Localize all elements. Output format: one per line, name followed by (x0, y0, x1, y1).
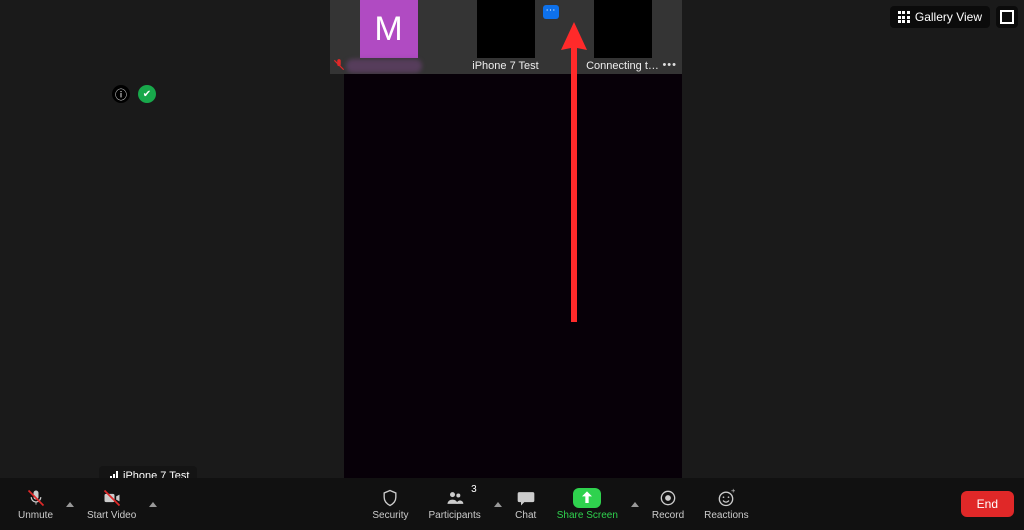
shield-check-icon: ✔ (143, 89, 151, 100)
microphone-muted-icon (25, 488, 47, 508)
svg-text:+: + (731, 488, 736, 495)
reactions-label: Reactions (704, 510, 748, 521)
loading-dots-icon: ••• (662, 59, 677, 71)
record-button[interactable]: Record (642, 478, 694, 530)
active-speaker-view (344, 74, 682, 492)
shield-icon (379, 488, 401, 508)
participants-button[interactable]: 3 Participants (418, 478, 490, 530)
record-label: Record (652, 510, 684, 521)
camera-off-icon (101, 488, 123, 508)
avatar-letter: M (374, 10, 402, 49)
participants-label: Participants (428, 510, 480, 521)
chat-label: Chat (515, 510, 536, 521)
start-video-button[interactable]: Start Video (77, 478, 146, 530)
grid-icon (898, 11, 910, 23)
share-screen-button[interactable]: Share Screen (547, 478, 628, 530)
info-icon: ⓘ (115, 86, 127, 103)
participant-thumbnails: M ⋯ iPhone 7 Test Connecting t… ••• (330, 0, 682, 74)
participants-caret[interactable] (491, 478, 505, 530)
share-options-caret[interactable] (628, 478, 642, 530)
gallery-view-label: Gallery View (915, 10, 982, 24)
video-options-caret[interactable] (146, 478, 160, 530)
thumb-more-menu[interactable]: ⋯ (543, 5, 559, 19)
gallery-view-button[interactable]: Gallery View (890, 6, 990, 28)
encryption-badge[interactable]: ✔ (138, 85, 156, 103)
end-meeting-button[interactable]: End (961, 491, 1014, 517)
participants-icon (444, 488, 466, 508)
start-video-label: Start Video (87, 510, 136, 521)
chat-button[interactable]: Chat (505, 478, 547, 530)
participant-thumb-0[interactable]: M (330, 0, 447, 74)
unmute-label: Unmute (18, 510, 53, 521)
participant-thumb-2[interactable]: Connecting t… ••• (564, 0, 681, 74)
fullscreen-button[interactable] (996, 6, 1018, 28)
security-label: Security (372, 510, 408, 521)
video-tile (594, 0, 652, 58)
security-button[interactable]: Security (362, 478, 418, 530)
mic-muted-icon (332, 58, 346, 72)
fullscreen-icon (1000, 10, 1014, 24)
share-screen-label: Share Screen (557, 510, 618, 521)
participant-name: iPhone 7 Test (447, 60, 564, 72)
audio-options-caret[interactable] (63, 478, 77, 530)
participants-count: 3 (471, 484, 477, 495)
reactions-button[interactable]: + Reactions (694, 478, 758, 530)
participant-name-redacted (346, 59, 422, 73)
end-label: End (977, 497, 998, 511)
reactions-icon: + (715, 488, 737, 508)
video-tile (477, 0, 535, 58)
record-icon (657, 488, 679, 508)
meeting-toolbar: Unmute Start Video Security 3 Participan… (0, 478, 1024, 530)
unmute-button[interactable]: Unmute (8, 478, 63, 530)
avatar-tile: M (360, 0, 418, 58)
share-screen-icon (573, 488, 601, 508)
participant-thumb-1[interactable]: ⋯ iPhone 7 Test (447, 0, 564, 74)
chat-icon (515, 488, 537, 508)
meeting-info-button[interactable]: ⓘ (112, 85, 130, 103)
